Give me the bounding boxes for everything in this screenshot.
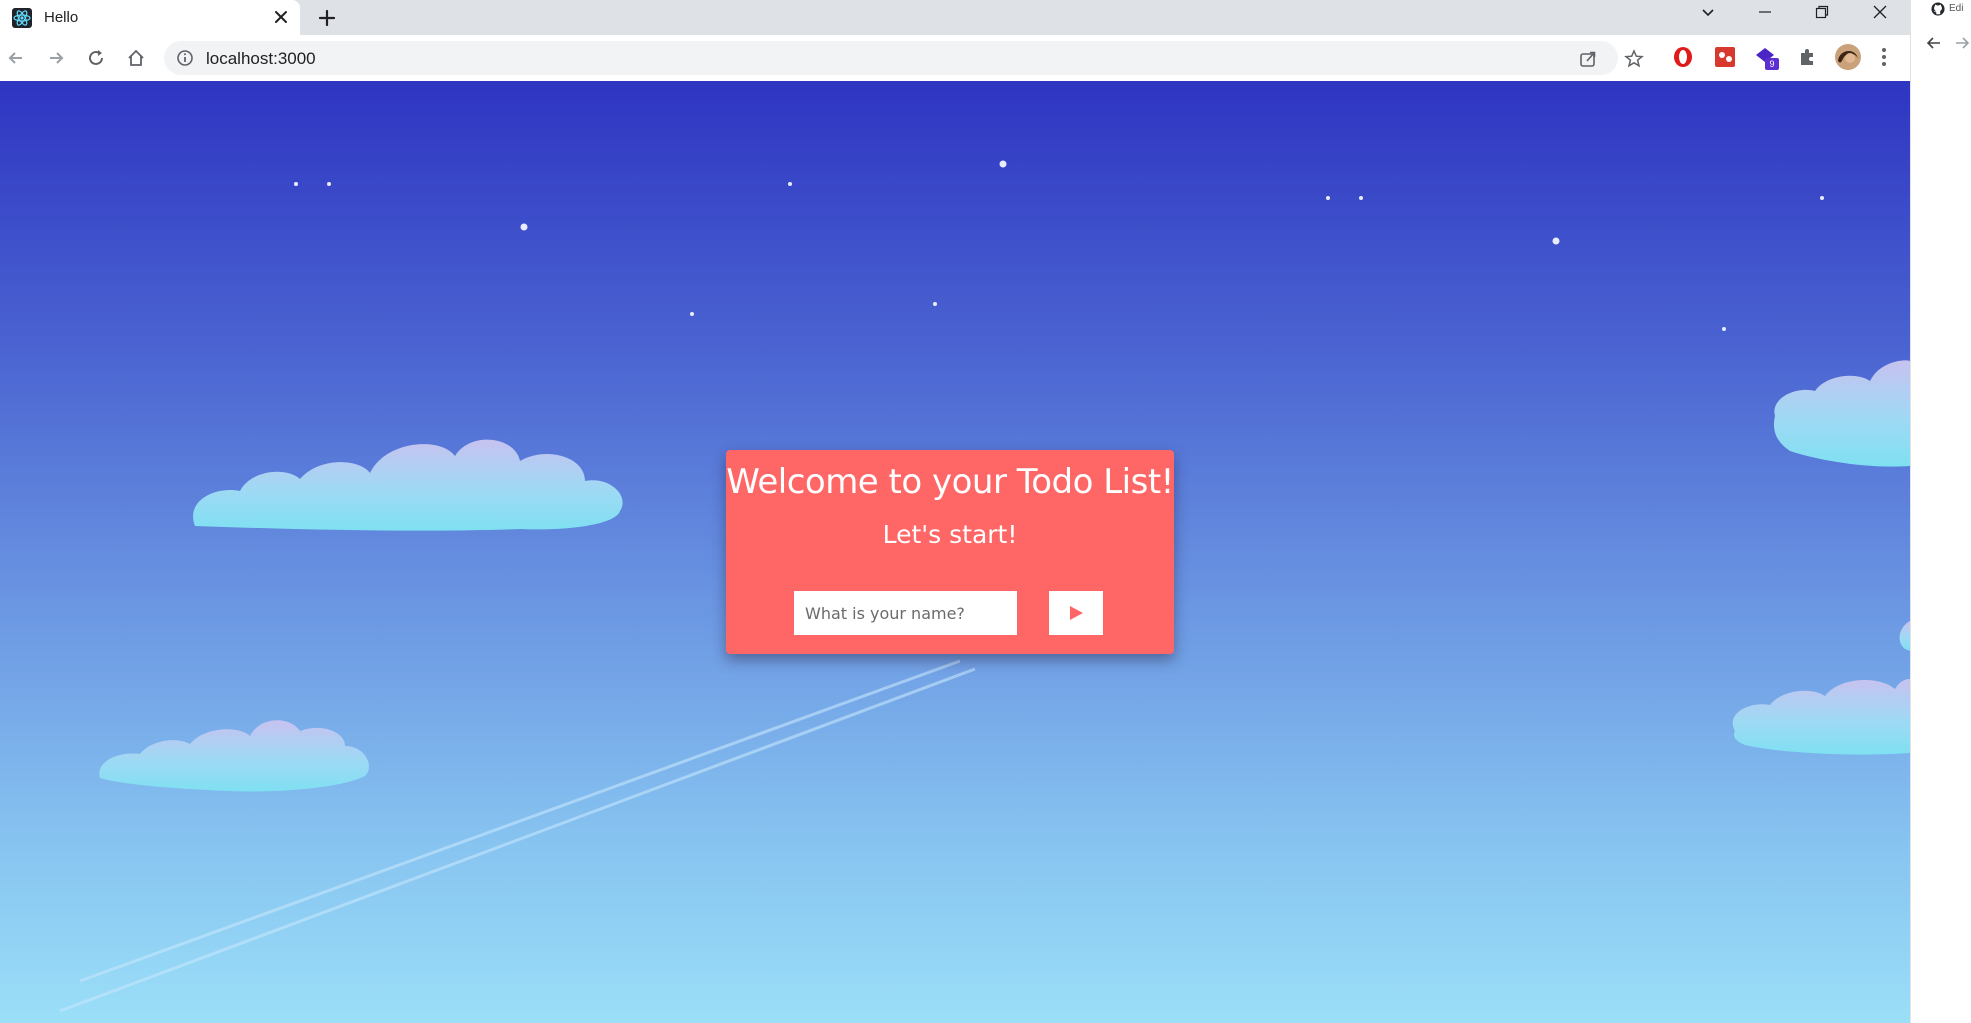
stars: [294, 160, 1824, 331]
tab-search-icon[interactable]: [1683, 0, 1733, 24]
welcome-subtitle: Let's start!: [882, 520, 1018, 549]
tab-title: Hello: [44, 9, 79, 26]
cloud: [99, 720, 369, 792]
home-icon[interactable]: [125, 47, 147, 69]
side-back-icon[interactable]: [1925, 34, 1943, 52]
cloud: [1773, 360, 1910, 467]
extension-badge: 9: [1765, 58, 1779, 70]
address-bar[interactable]: localhost:3000: [164, 41, 1618, 75]
restore-icon[interactable]: [1797, 0, 1847, 24]
url-text: localhost:3000: [206, 49, 316, 68]
red-extension-icon[interactable]: [1713, 45, 1737, 69]
browser-tab[interactable]: Hello: [0, 0, 300, 35]
side-panel-label: Edi: [1949, 3, 1964, 14]
info-icon[interactable]: [176, 49, 194, 67]
github-icon[interactable]: [1931, 2, 1945, 16]
cloud: [193, 439, 623, 531]
forward-icon[interactable]: [45, 47, 67, 69]
browser-toolbar: localhost:3000 9: [0, 35, 1910, 82]
cloud: [1732, 679, 1910, 755]
side-panel: Edi: [1910, 0, 1971, 1023]
side-forward-icon[interactable]: [1953, 34, 1971, 52]
welcome-title: Welcome to your Todo List!: [726, 462, 1174, 502]
share-icon[interactable]: [1578, 49, 1598, 69]
bookmark-star-icon[interactable]: [1624, 49, 1644, 69]
kebab-menu-icon[interactable]: [1872, 45, 1896, 69]
name-input[interactable]: [794, 591, 1017, 635]
tab-strip: Hello: [0, 0, 1910, 35]
minimize-icon[interactable]: [1740, 0, 1790, 24]
extensions-puzzle-icon[interactable]: [1796, 45, 1820, 69]
reload-icon[interactable]: [85, 47, 107, 69]
close-icon[interactable]: [1855, 0, 1905, 24]
back-icon[interactable]: [5, 47, 27, 69]
close-tab-icon[interactable]: [270, 6, 292, 28]
welcome-card: Welcome to your Todo List! Let's start!: [726, 450, 1174, 654]
submit-name-button[interactable]: [1049, 591, 1103, 635]
react-logo-icon: [12, 8, 32, 28]
cloud: [1899, 621, 1910, 651]
opera-extension-icon[interactable]: [1671, 45, 1695, 69]
purple-extension-icon[interactable]: 9: [1753, 45, 1779, 70]
page-viewport: Welcome to your Todo List! Let's start!: [0, 81, 1910, 1023]
browser-chrome: Hello localhost:3000 9: [0, 0, 1910, 82]
contrail: [59, 659, 976, 1013]
plus-icon[interactable]: [314, 5, 340, 31]
avatar[interactable]: [1834, 43, 1862, 71]
play-icon: [1070, 606, 1083, 620]
